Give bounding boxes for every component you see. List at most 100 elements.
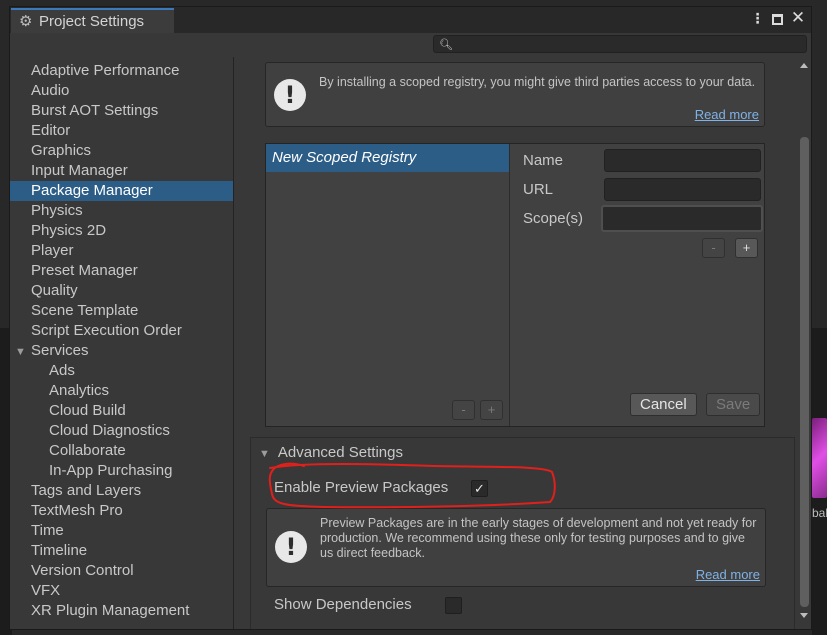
sidebar-item-editor[interactable]: Editor bbox=[10, 121, 233, 141]
sidebar-item-script-execution-order[interactable]: Script Execution Order bbox=[10, 321, 233, 341]
sidebar-item-adaptive-performance[interactable]: Adaptive Performance bbox=[10, 61, 233, 81]
sidebar-item-cloud-diagnostics[interactable]: Cloud Diagnostics bbox=[10, 421, 233, 441]
scroll-up-icon[interactable] bbox=[800, 63, 808, 68]
search-input[interactable]: 🔍︎ bbox=[433, 35, 807, 53]
close-icon[interactable]: ✕ bbox=[791, 8, 805, 27]
sidebar-item-label: Cloud Build bbox=[49, 402, 126, 419]
scroll-down-icon[interactable] bbox=[800, 613, 808, 618]
sidebar-item-player[interactable]: Player bbox=[10, 241, 233, 261]
sidebar-item-label: Scene Template bbox=[31, 302, 139, 319]
sidebar-item-label: VFX bbox=[31, 582, 61, 599]
vertical-scrollbar[interactable] bbox=[797, 57, 811, 629]
url-label: URL bbox=[523, 181, 554, 198]
annotation-circle bbox=[268, 462, 556, 509]
add-scope-button[interactable]: + bbox=[735, 238, 758, 258]
sidebar-item-tags-and-layers[interactable]: Tags and Layers bbox=[10, 481, 233, 501]
sidebar-item-xr-plugin-management[interactable]: XR Plugin Management bbox=[10, 601, 233, 621]
sidebar-item-label: XR Plugin Management bbox=[31, 602, 190, 619]
url-field[interactable] bbox=[604, 178, 761, 201]
add-registry-button[interactable]: + bbox=[480, 400, 503, 420]
remove-registry-button[interactable]: - bbox=[452, 400, 475, 420]
sidebar-item-graphics[interactable]: Graphics bbox=[10, 141, 233, 161]
sidebar-item-label: Player bbox=[31, 242, 74, 259]
window-controls: ⋮ ✕ bbox=[750, 8, 806, 27]
project-settings-window: ⚙ Project Settings ⋮ ✕ 🔍︎ Adaptive Perfo… bbox=[9, 6, 812, 630]
sidebar-item-preset-manager[interactable]: Preset Manager bbox=[10, 261, 233, 281]
preview-info-box: ! Preview Packages are in the early stag… bbox=[266, 508, 766, 587]
sidebar-item-time[interactable]: Time bbox=[10, 521, 233, 541]
sidebar-item-collaborate[interactable]: Collaborate bbox=[10, 441, 233, 461]
sidebar-item-services[interactable]: ▼ Services bbox=[10, 341, 233, 361]
preview-info-text: Preview Packages are in the early stages… bbox=[320, 516, 757, 560]
sidebar-item-physics-2d[interactable]: Physics 2D bbox=[10, 221, 233, 241]
sidebar-item-input-manager[interactable]: Input Manager bbox=[10, 161, 233, 181]
sidebar-item-label: Services bbox=[31, 342, 89, 359]
sidebar-item-label: Burst AOT Settings bbox=[31, 102, 159, 119]
sidebar-item-label: In-App Purchasing bbox=[49, 462, 173, 479]
sidebar-item-label: Adaptive Performance bbox=[31, 62, 180, 79]
remove-scope-button[interactable]: - bbox=[702, 238, 725, 258]
sidebar-item-label: Editor bbox=[31, 122, 71, 139]
sidebar-item-timeline[interactable]: Timeline bbox=[10, 541, 233, 561]
asset-label: bal bbox=[812, 506, 827, 520]
sidebar-item-quality[interactable]: Quality bbox=[10, 281, 233, 301]
sidebar-item-label: Collaborate bbox=[49, 442, 126, 459]
sidebar-item-analytics[interactable]: Analytics bbox=[10, 381, 233, 401]
asset-thumbnail[interactable] bbox=[812, 418, 827, 498]
save-button[interactable]: Save bbox=[706, 393, 761, 416]
sidebar-item-label: Audio bbox=[31, 82, 70, 99]
sidebar-item-textmesh-pro[interactable]: TextMesh Pro bbox=[10, 501, 233, 521]
settings-sidebar: Adaptive Performance Audio Burst AOT Setti… bbox=[10, 57, 234, 629]
search-icon: 🔍︎ bbox=[439, 39, 453, 51]
show-dependencies-label: Show Dependencies bbox=[274, 596, 412, 613]
sidebar-item-ads[interactable]: Ads bbox=[10, 361, 233, 381]
window-title: Project Settings bbox=[39, 13, 145, 30]
cancel-button[interactable]: Cancel bbox=[630, 393, 697, 416]
sidebar-item-label: Preset Manager bbox=[31, 262, 138, 279]
sidebar-item-package-manager[interactable]: Package Manager bbox=[10, 181, 233, 201]
sidebar-item-audio[interactable]: Audio bbox=[10, 81, 233, 101]
sidebar-item-physics[interactable]: Physics bbox=[10, 201, 233, 221]
sidebar-item-burst-aot-settings[interactable]: Burst AOT Settings bbox=[10, 101, 233, 121]
registry-list: New Scoped Registry - + bbox=[266, 144, 510, 426]
foldout-triangle-icon[interactable]: ▼ bbox=[15, 342, 29, 362]
sidebar-item-label: Input Manager bbox=[31, 162, 128, 179]
help-icon: ! bbox=[275, 531, 307, 563]
advanced-settings-foldout[interactable]: ▼ Advanced Settings bbox=[259, 444, 403, 461]
show-dependencies-checkbox[interactable] bbox=[445, 597, 462, 614]
scope-label: Scope(s) bbox=[523, 210, 584, 227]
sidebar-item-version-control[interactable]: Version Control bbox=[10, 561, 233, 581]
read-more-link[interactable]: Read more bbox=[696, 567, 760, 582]
sidebar-item-in-app-purchasing[interactable]: In-App Purchasing bbox=[10, 461, 233, 481]
sidebar-item-label: Graphics bbox=[31, 142, 92, 159]
sidebar-item-scene-template[interactable]: Scene Template bbox=[10, 301, 233, 321]
scoped-registries-editor: New Scoped Registry - + Name URL Scope(s… bbox=[265, 143, 765, 427]
sidebar-item-label: Package Manager bbox=[31, 182, 153, 199]
sidebar-item-label: Script Execution Order bbox=[31, 322, 182, 339]
sidebar-item-label: Version Control bbox=[31, 562, 134, 579]
sidebar-item-cloud-build[interactable]: Cloud Build bbox=[10, 401, 233, 421]
read-more-link[interactable]: Read more bbox=[695, 107, 759, 122]
title-bar: ⚙ Project Settings ⋮ ✕ bbox=[10, 7, 811, 33]
window-tab[interactable]: ⚙ Project Settings bbox=[11, 8, 174, 33]
scope-field[interactable] bbox=[601, 205, 763, 232]
more-icon[interactable]: ⋮ bbox=[750, 10, 765, 26]
warning-text: By installing a scoped registry, you mig… bbox=[319, 75, 756, 89]
maximize-icon[interactable] bbox=[772, 13, 783, 25]
sidebar-item-label: Ads bbox=[49, 362, 75, 379]
sidebar-item-label: Analytics bbox=[49, 382, 110, 399]
sidebar-item-label: Timeline bbox=[31, 542, 88, 559]
scroll-thumb[interactable] bbox=[800, 137, 809, 607]
search-row: 🔍︎ bbox=[10, 33, 811, 57]
registry-list-buttons: - + bbox=[452, 400, 503, 420]
scope-buttons: - + bbox=[702, 238, 758, 258]
list-item[interactable]: New Scoped Registry bbox=[266, 144, 509, 172]
name-field[interactable] bbox=[604, 149, 761, 172]
sidebar-item-vfx[interactable]: VFX bbox=[10, 581, 233, 601]
sidebar-item-label: Time bbox=[31, 522, 64, 539]
sidebar-list: Adaptive Performance Audio Burst AOT Setti… bbox=[10, 57, 233, 621]
scoped-registry-warning: ! By installing a scoped registry, you m… bbox=[265, 62, 765, 127]
help-icon: ! bbox=[274, 79, 306, 111]
advanced-settings-title: Advanced Settings bbox=[277, 444, 403, 461]
name-label: Name bbox=[523, 152, 564, 169]
